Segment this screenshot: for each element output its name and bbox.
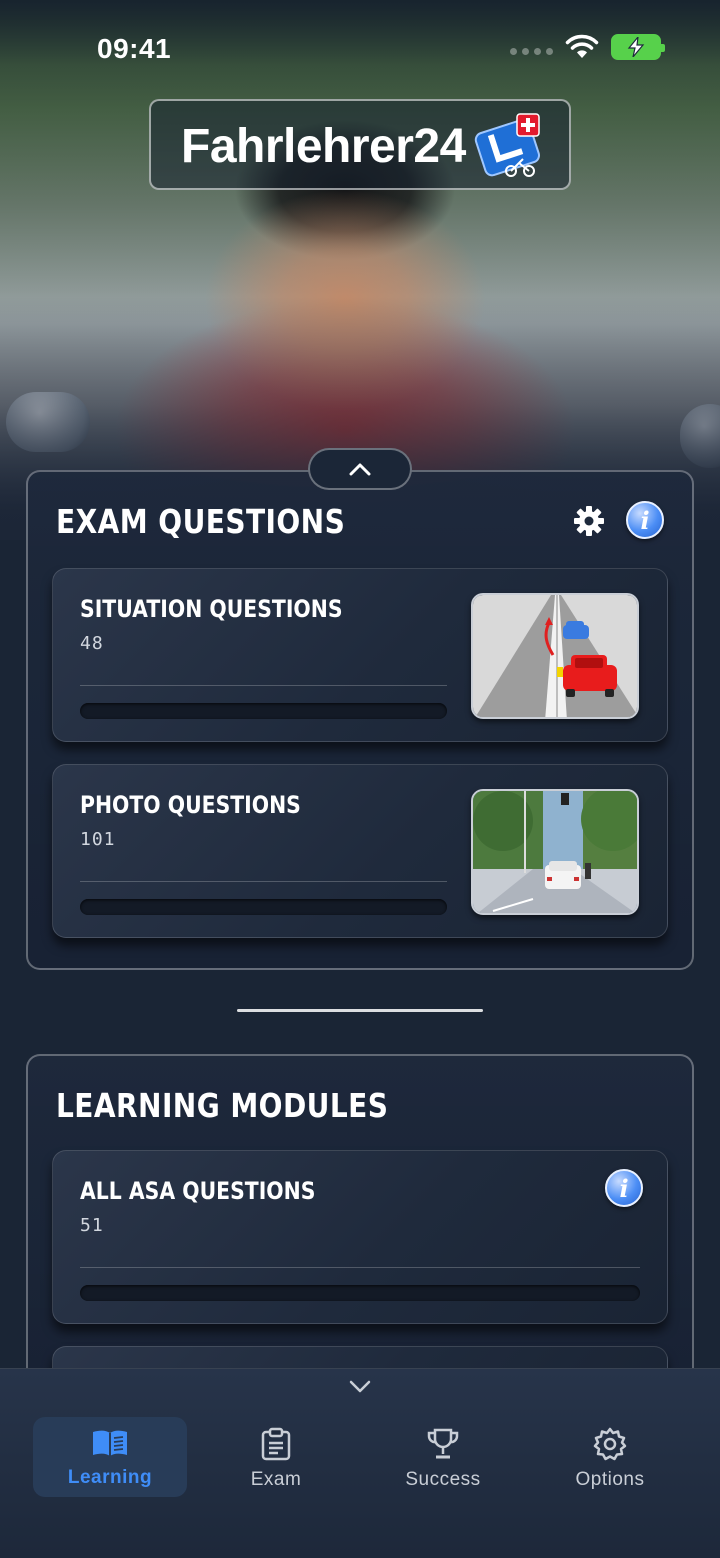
progress-bar	[80, 703, 447, 719]
card-divider	[80, 1267, 640, 1268]
battery-icon	[611, 34, 665, 60]
logo-badge-icon	[474, 113, 541, 177]
card-divider	[80, 685, 447, 686]
situation-thumbnail	[471, 593, 639, 719]
tab-label: Learning	[67, 1467, 153, 1488]
card-title: ALL ASA QUESTIONS	[80, 1177, 316, 1205]
wifi-icon	[565, 34, 599, 58]
exam-questions-panel: EXAM QUESTIONS i SITUATION QUESTIONS 48	[26, 470, 694, 970]
asa-info-icon[interactable]: i	[605, 1169, 643, 1207]
status-time: 09:41	[97, 33, 172, 64]
clipboard-icon	[261, 1427, 291, 1461]
tab-learning[interactable]: Learning	[33, 1417, 187, 1497]
exam-questions-title: EXAM QUESTIONS	[56, 502, 346, 541]
situation-questions-card[interactable]: SITUATION QUESTIONS 48	[52, 568, 668, 742]
bottom-tab-bar: Learning Exam Success Options	[0, 1368, 720, 1558]
card-count: 101	[80, 829, 116, 850]
collapse-header-button[interactable]	[308, 448, 412, 490]
card-divider	[80, 881, 447, 882]
progress-bar	[80, 1285, 640, 1301]
card-count: 48	[80, 633, 104, 654]
card-title: SITUATION QUESTIONS	[80, 595, 343, 623]
tab-label: Success	[405, 1469, 481, 1490]
chevron-up-icon	[349, 463, 371, 476]
exam-info-icon[interactable]: i	[626, 501, 664, 539]
learning-modules-title: LEARNING MODULES	[56, 1086, 389, 1125]
tab-options[interactable]: Options	[533, 1417, 687, 1497]
status-indicators	[510, 34, 665, 60]
street-photo-illustration	[473, 791, 637, 913]
learning-modules-panel: LEARNING MODULES ALL ASA QUESTIONS 51 i	[26, 1054, 694, 1406]
logo-text: Fahrlehrer24	[181, 120, 466, 173]
cellular-signal-icon	[510, 47, 553, 55]
tab-label: Exam	[250, 1469, 302, 1490]
tab-success[interactable]: Success	[366, 1417, 520, 1497]
photo-questions-card[interactable]: PHOTO QUESTIONS 101	[52, 764, 668, 938]
chevron-down-icon[interactable]	[349, 1379, 371, 1393]
tab-label: Options	[575, 1469, 645, 1490]
card-title: PHOTO QUESTIONS	[80, 791, 301, 819]
road-situation-illustration	[473, 595, 637, 717]
card-count: 51	[80, 1215, 104, 1236]
all-asa-questions-card[interactable]: ALL ASA QUESTIONS 51 i	[52, 1150, 668, 1324]
progress-bar	[80, 899, 447, 915]
tab-exam[interactable]: Exam	[199, 1417, 353, 1497]
app-logo: Fahrlehrer24	[149, 99, 571, 190]
photo-thumbnail	[471, 789, 639, 915]
exam-settings-gear-icon[interactable]	[572, 504, 606, 538]
book-icon	[93, 1430, 127, 1456]
gear-icon	[593, 1427, 627, 1461]
section-divider	[237, 1009, 483, 1012]
trophy-icon	[427, 1428, 459, 1459]
